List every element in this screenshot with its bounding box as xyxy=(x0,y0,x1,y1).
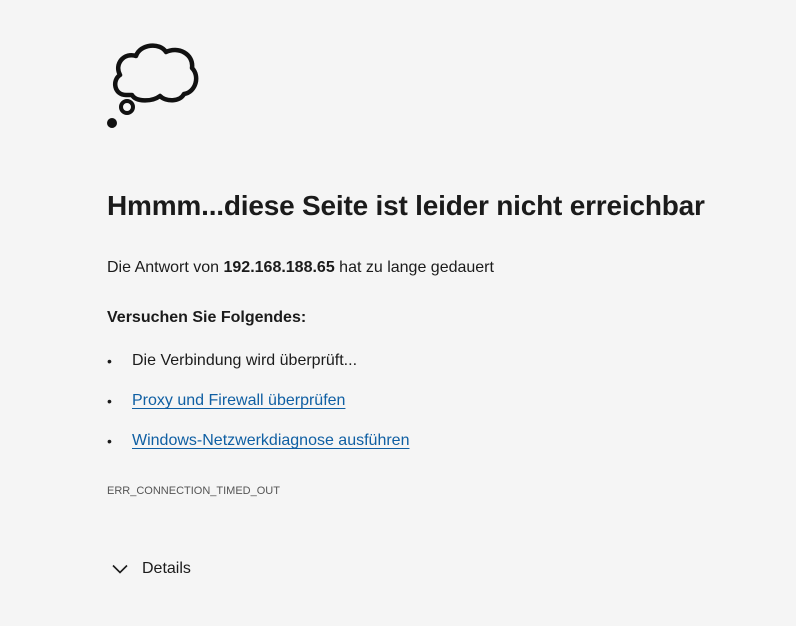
suggestion-item: • Proxy und Firewall überprüfen xyxy=(107,388,409,428)
host-address: 192.168.188.65 xyxy=(223,259,335,276)
details-toggle-button[interactable]: Details xyxy=(112,560,191,578)
bullet: • xyxy=(107,393,112,409)
check-proxy-firewall-link[interactable]: Proxy und Firewall überprüfen xyxy=(132,392,345,409)
suggestions-title: Versuchen Sie Folgendes: xyxy=(107,309,307,326)
error-summary: Die Antwort von 192.168.188.65 hat zu la… xyxy=(107,259,494,277)
summary-suffix: hat zu lange gedauert xyxy=(334,259,494,276)
thought-cloud-icon xyxy=(107,43,199,128)
suggestion-item: • Die Verbindung wird überprüft... xyxy=(107,348,409,388)
bullet: • xyxy=(107,353,112,369)
error-page: Hmmm...diese Seite ist leider nicht erre… xyxy=(0,0,796,626)
details-label: Details xyxy=(142,560,191,577)
summary-prefix: Die Antwort von xyxy=(107,259,224,276)
suggestion-checking-connection: Die Verbindung wird überprüft... xyxy=(132,352,358,369)
run-network-diagnostics-link[interactable]: Windows-Netzwerkdiagnose ausführen xyxy=(132,432,409,449)
suggestion-item: • Windows-Netzwerkdiagnose ausführen xyxy=(107,428,409,468)
error-code: ERR_CONNECTION_TIMED_OUT xyxy=(107,485,280,497)
page-title: Hmmm...diese Seite ist leider nicht erre… xyxy=(107,190,705,221)
bullet: • xyxy=(107,433,112,449)
chevron-down-icon xyxy=(112,564,128,574)
suggestions-list: • Die Verbindung wird überprüft... • Pro… xyxy=(107,348,409,468)
